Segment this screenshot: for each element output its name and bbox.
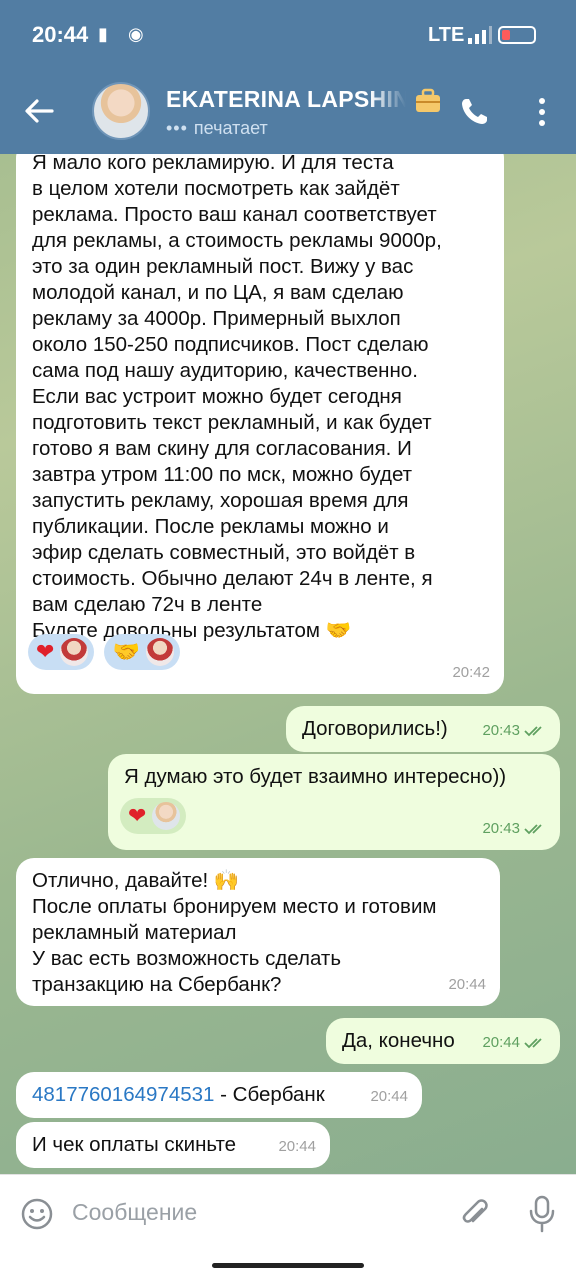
message-bubble-incoming[interactable]: Отлично, давайте! 🙌 После оплаты брониру… bbox=[16, 858, 500, 1006]
read-check-icon bbox=[524, 824, 542, 835]
message-bubble-incoming[interactable]: Я мало кого рекламирую. И для теста в це… bbox=[16, 154, 504, 694]
message-bubble-incoming[interactable]: И чек оплаты скиньте 20:44 bbox=[16, 1122, 330, 1168]
message-text: Я мало кого рекламирую. И для теста в це… bbox=[32, 154, 442, 642]
reaction-heart[interactable]: ❤ bbox=[28, 634, 95, 670]
status-bar: 20:44 ▮ ◉ LTE bbox=[0, 0, 576, 70]
chat-notification-icon: ◉ bbox=[128, 24, 144, 44]
attach-icon[interactable] bbox=[460, 1197, 490, 1231]
message-bubble-outgoing[interactable]: Да, конечно 20:44 bbox=[326, 1018, 560, 1064]
chat-header: EKATERINA LAPSHINA ••• печатает bbox=[0, 70, 576, 154]
emoji-icon[interactable] bbox=[20, 1197, 54, 1231]
reactor-avatar bbox=[152, 802, 181, 830]
network-type: LTE bbox=[428, 24, 465, 46]
reaction-handshake[interactable]: 🤝 bbox=[104, 634, 180, 670]
message-text: Я думаю это будет взаимно интересно)) bbox=[124, 765, 507, 788]
card-number-link[interactable]: 4817760164974531 bbox=[32, 1083, 214, 1106]
more-vertical-icon[interactable] bbox=[530, 96, 554, 128]
message-bubble-outgoing[interactable]: Я думаю это будет взаимно интересно)) ❤ … bbox=[108, 754, 560, 850]
message-input-bar: Сообщение bbox=[0, 1174, 576, 1280]
signal-icon bbox=[468, 26, 492, 44]
message-text: И чек оплаты скиньте bbox=[32, 1133, 237, 1156]
message-input[interactable]: Сообщение bbox=[72, 1199, 197, 1226]
phone-icon[interactable] bbox=[458, 96, 490, 128]
message-text: Отлично, давайте! 🙌 После оплаты брониру… bbox=[32, 869, 437, 996]
message-time: 20:44 bbox=[448, 976, 486, 993]
message-bubble-incoming[interactable]: 4817760164974531 - Сбербанк 20:44 bbox=[16, 1072, 422, 1118]
message-time: 20:44 bbox=[278, 1138, 316, 1155]
briefcase-icon bbox=[416, 88, 440, 112]
reactions: ❤ 🤝 bbox=[28, 634, 180, 670]
typing-status: ••• печатает bbox=[166, 118, 268, 138]
contact-name[interactable]: EKATERINA LAPSHINA bbox=[166, 86, 406, 113]
read-check-icon bbox=[524, 1038, 542, 1049]
reactor-avatar bbox=[145, 638, 174, 666]
battery-icon bbox=[498, 26, 536, 44]
status-time: 20:44 bbox=[32, 22, 89, 47]
reactions: ❤ bbox=[120, 798, 187, 834]
read-check-icon bbox=[524, 726, 542, 737]
reactor-avatar bbox=[60, 638, 89, 666]
chat-area[interactable]: Я мало кого рекламирую. И для теста в це… bbox=[0, 154, 576, 1174]
contact-avatar[interactable] bbox=[92, 82, 150, 140]
message-status: 20:43 bbox=[482, 816, 546, 842]
message-status: 20:44 bbox=[482, 1030, 546, 1056]
home-indicator bbox=[212, 1263, 364, 1268]
mic-icon[interactable] bbox=[528, 1195, 556, 1233]
message-bubble-outgoing[interactable]: Договорились!) 20:43 bbox=[286, 706, 560, 752]
battery-saver-icon: ▮ bbox=[98, 24, 108, 44]
reaction-heart[interactable]: ❤ bbox=[120, 798, 187, 834]
message-time: 20:44 bbox=[370, 1088, 408, 1105]
message-time: 20:42 bbox=[452, 664, 490, 681]
message-text: - Сбербанк bbox=[214, 1083, 325, 1106]
back-arrow-icon[interactable] bbox=[22, 94, 56, 128]
message-status: 20:43 bbox=[482, 718, 546, 744]
